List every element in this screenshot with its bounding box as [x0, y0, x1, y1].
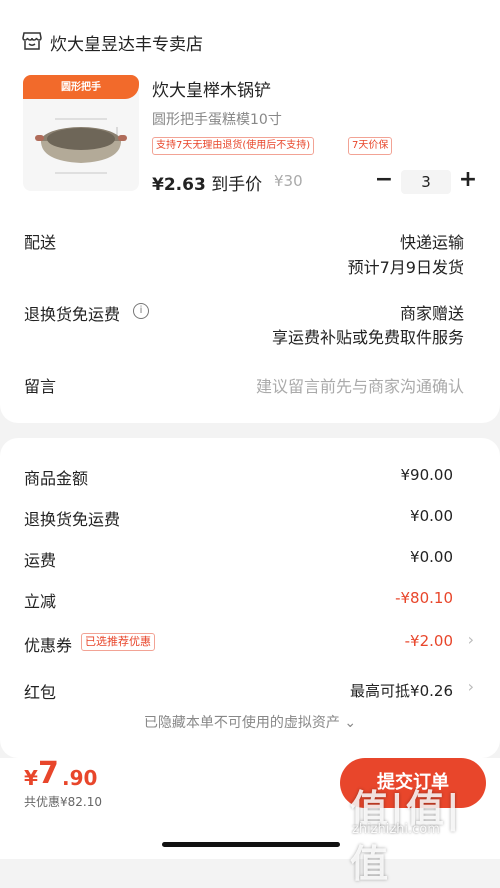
coupon-badge: 已选推荐优惠: [81, 633, 155, 651]
message-label: 留言: [24, 377, 57, 396]
order-card: [0, 0, 500, 423]
final-price: ¥2.63 到手价: [152, 175, 263, 195]
quantity-increase-button[interactable]: +: [458, 168, 478, 192]
total-decimal: .90: [62, 766, 98, 790]
shipping-value: ¥0.00: [410, 548, 453, 566]
quantity-input[interactable]: 3: [401, 170, 451, 194]
price-protect-tag: 7天价保: [348, 137, 393, 155]
product-title[interactable]: 炊大皇榉木锅铲: [152, 76, 271, 101]
return-shipping-detail: 享运费补贴或免费取件服务: [271, 328, 464, 347]
return-fee-label: 退换货免运费: [24, 510, 121, 529]
chevron-right-icon[interactable]: ›: [468, 630, 474, 649]
delivery-label: 配送: [24, 233, 57, 252]
message-input[interactable]: 建议留言前先与商家沟通确认: [256, 373, 464, 397]
discount-label: 立减: [24, 592, 57, 611]
return-fee-value: ¥0.00: [410, 507, 453, 525]
return-shipping-label: 退换货免运费: [24, 305, 121, 324]
goods-amount-label: 商品金额: [24, 469, 89, 488]
goods-amount-value: ¥90.00: [400, 466, 454, 484]
store-name[interactable]: 炊大皇昱达丰专卖店: [50, 30, 203, 55]
product-image[interactable]: 圆形把手: [23, 75, 139, 191]
quantity-decrease-button[interactable]: −: [374, 168, 394, 192]
hidden-assets-toggle[interactable]: 已隐藏本单不可使用的虚拟资产 ⌄: [0, 712, 500, 732]
submit-order-button[interactable]: 提交订单: [340, 758, 486, 808]
coupon-value[interactable]: -¥2.00: [405, 632, 453, 650]
return-policy-tag: 支持7天无理由退货(使用后不支持): [152, 137, 315, 155]
original-price: ¥30: [274, 172, 303, 190]
info-icon[interactable]: i: [133, 303, 149, 319]
total-integer: 7: [38, 756, 59, 791]
red-packet-value[interactable]: 最高可抵¥0.26: [350, 680, 453, 701]
return-shipping-value: 商家赠送: [399, 304, 464, 323]
store-icon: [22, 32, 42, 50]
red-packet-label[interactable]: 红包: [24, 679, 56, 703]
discount-value: -¥80.10: [395, 589, 453, 607]
delivery-eta: 预计7月9日发货: [347, 258, 464, 277]
chevron-down-icon: ⌄: [344, 715, 357, 731]
coupon-label[interactable]: 优惠券: [24, 632, 72, 656]
total-saved: 共优惠¥82.10: [24, 795, 102, 809]
delivery-method[interactable]: 快递运输: [400, 229, 464, 253]
total-currency: ¥: [24, 766, 38, 790]
product-spec[interactable]: 圆形把手蛋糕模10寸: [152, 109, 282, 129]
chevron-right-icon[interactable]: ›: [468, 677, 474, 696]
home-indicator[interactable]: [162, 842, 340, 847]
product-image-banner: 圆形把手: [23, 75, 139, 99]
cake-pan-illustration: [35, 118, 127, 174]
shipping-label: 运费: [24, 551, 57, 570]
